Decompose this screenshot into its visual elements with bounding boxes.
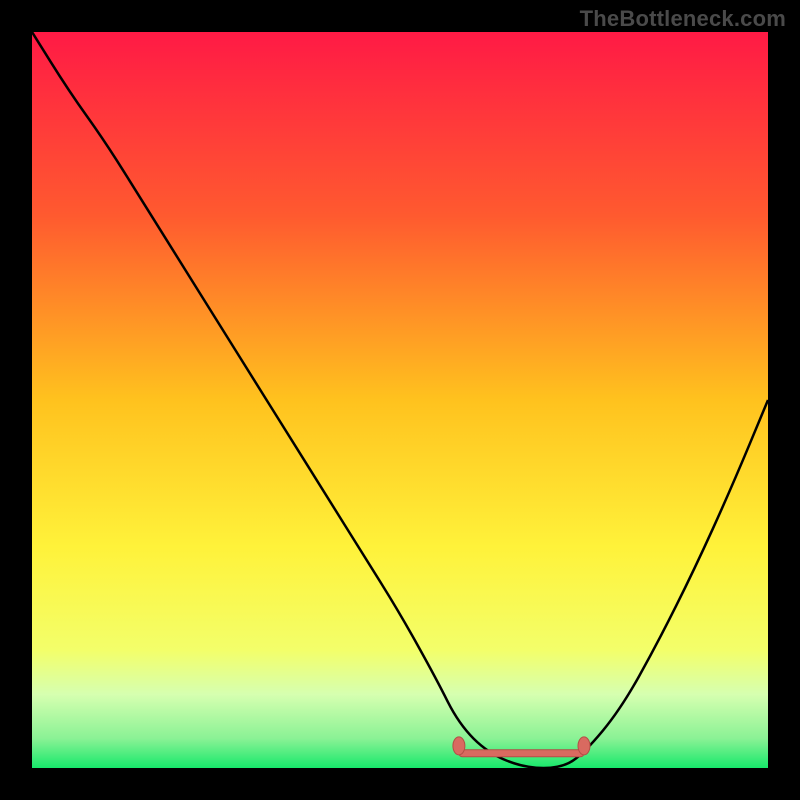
chart-frame: TheBottleneck.com — [0, 0, 800, 800]
gradient-background — [32, 32, 768, 768]
optimal-zone-bar — [459, 750, 584, 757]
curve-marker — [578, 737, 590, 755]
curve-marker — [453, 737, 465, 755]
watermark-text: TheBottleneck.com — [580, 6, 786, 32]
plot-area — [32, 32, 768, 768]
bottleneck-chart — [32, 32, 768, 768]
